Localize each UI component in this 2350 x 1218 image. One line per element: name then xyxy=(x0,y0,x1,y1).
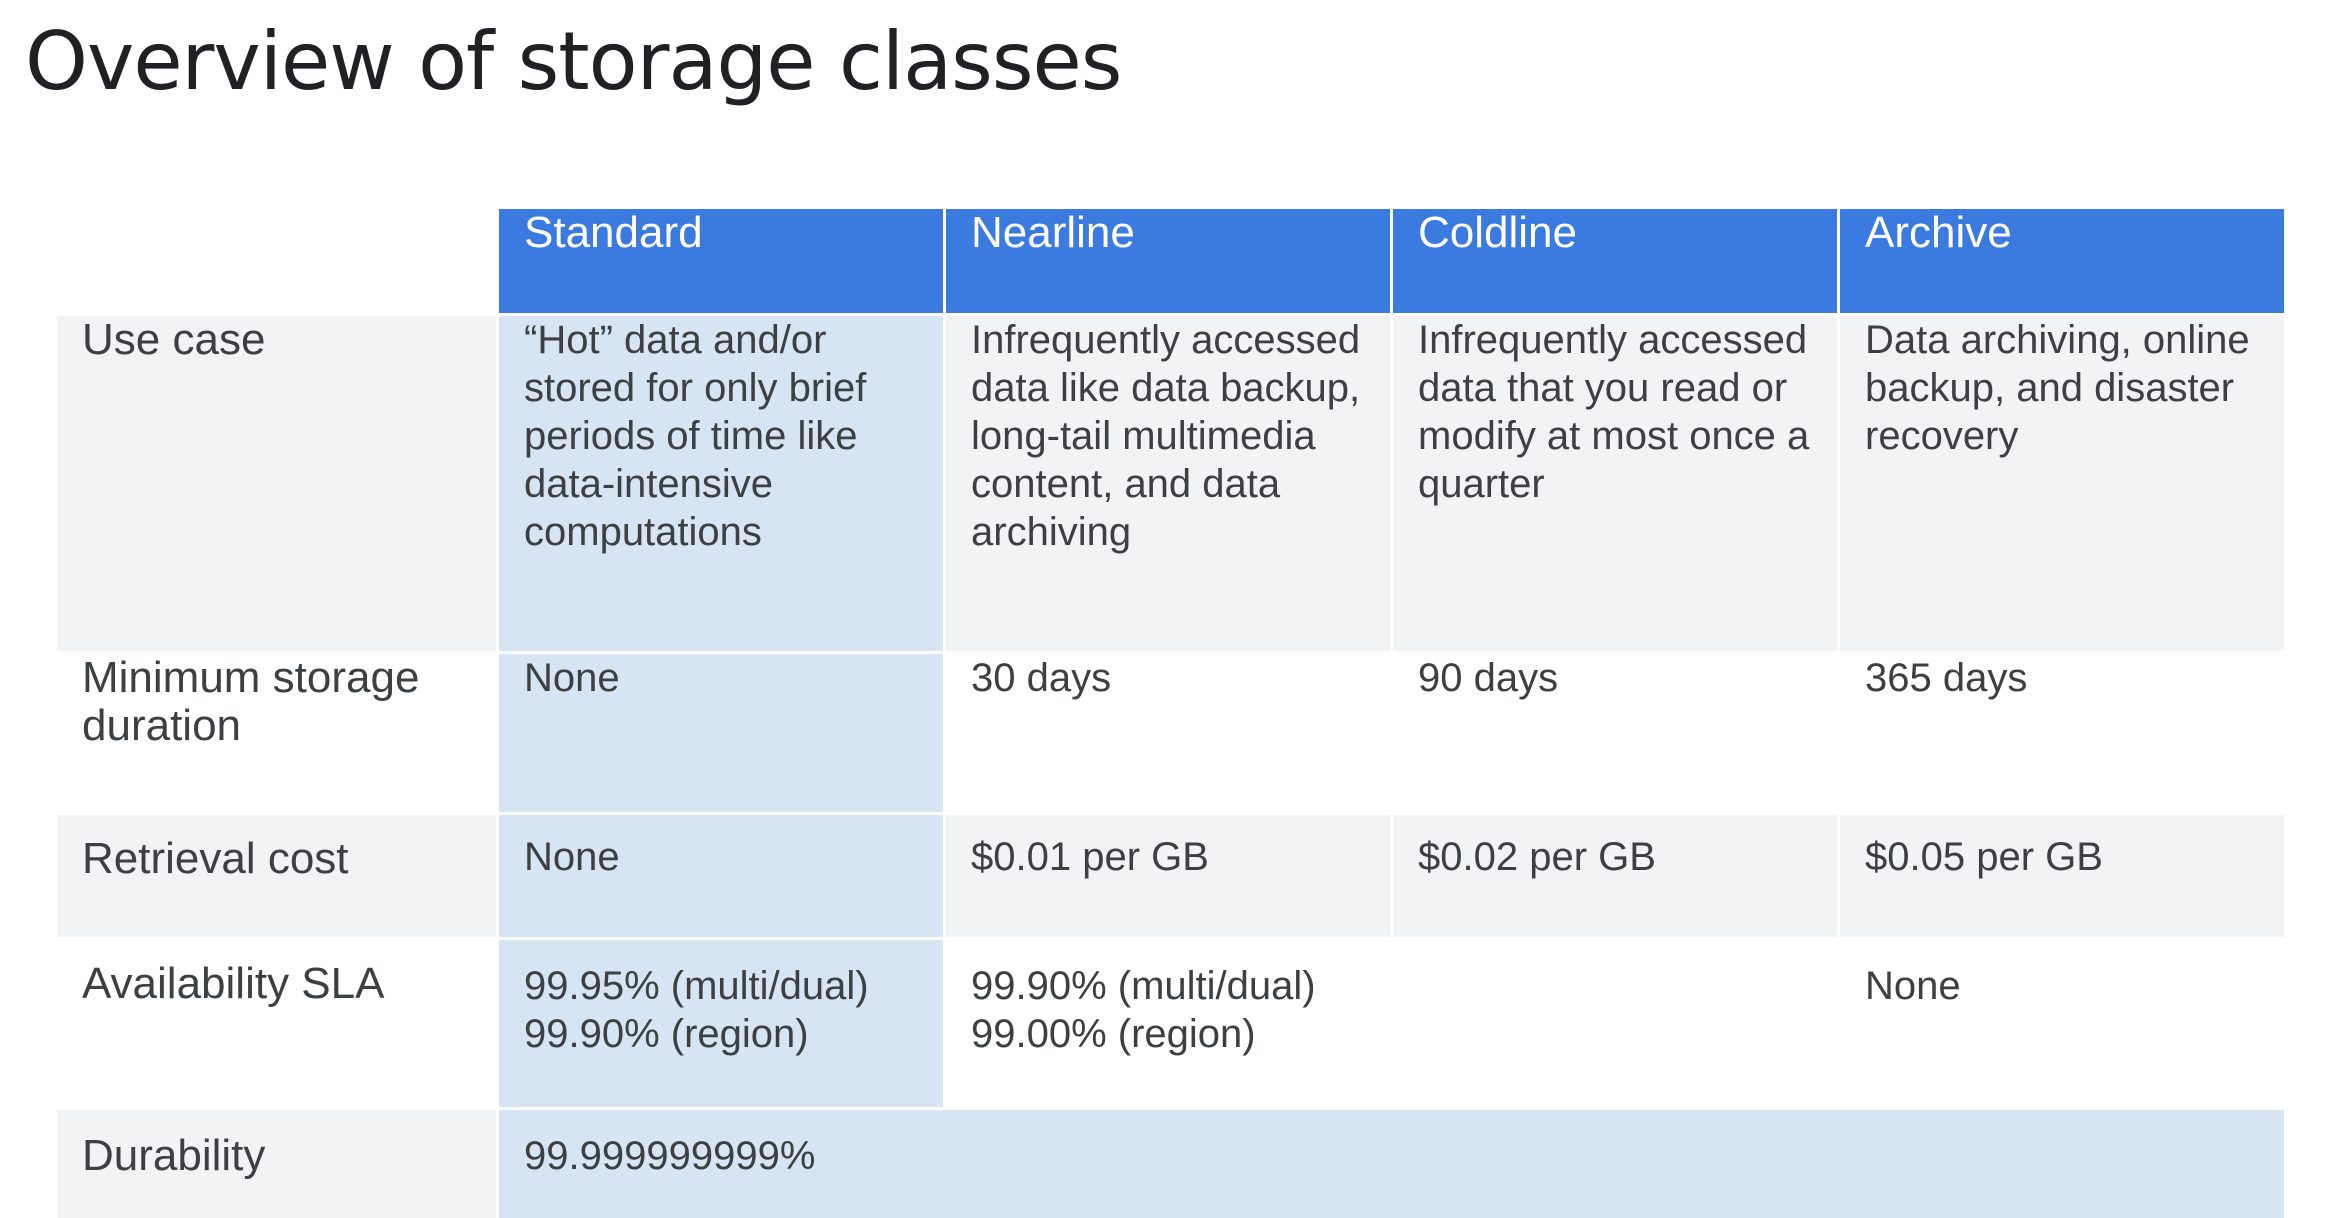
table-row-use-case: Use case “Hot” data and/or stored for on… xyxy=(57,316,2284,651)
cell-min-duration-nearline: 30 days xyxy=(946,654,1390,812)
row-label-availability-sla: Availability SLA xyxy=(57,940,496,1107)
table-row-availability-sla: Availability SLA 99.95% (multi/dual) 99.… xyxy=(57,940,2284,1107)
column-header-archive: Archive xyxy=(1840,209,2284,313)
cell-availability-nearline-coldline: 99.90% (multi/dual) 99.00% (region) xyxy=(946,940,1837,1107)
cell-retrieval-cost-coldline: $0.02 per GB xyxy=(1393,815,1837,937)
row-label-retrieval-cost: Retrieval cost xyxy=(57,815,496,937)
cell-retrieval-cost-nearline: $0.01 per GB xyxy=(946,815,1390,937)
cell-retrieval-cost-standard: None xyxy=(499,815,943,937)
cell-use-case-coldline: Infrequently accessed data that you read… xyxy=(1393,316,1837,651)
availability-nearline-coldline-region: 99.00% (region) xyxy=(971,1012,1256,1056)
cell-availability-standard: 99.95% (multi/dual) 99.90% (region) xyxy=(499,940,943,1107)
cell-use-case-archive: Data archiving, online backup, and disas… xyxy=(1840,316,2284,651)
cell-min-duration-archive: 365 days xyxy=(1840,654,2284,812)
cell-use-case-standard: “Hot” data and/or stored for only brief … xyxy=(499,316,943,651)
column-header-coldline: Coldline xyxy=(1393,209,1837,313)
availability-standard-multi: 99.95% (multi/dual) xyxy=(524,964,869,1008)
column-header-nearline: Nearline xyxy=(946,209,1390,313)
cell-use-case-nearline: Infrequently accessed data like data bac… xyxy=(946,316,1390,651)
row-label-min-duration: Minimum storage duration xyxy=(57,654,496,812)
cell-retrieval-cost-archive: $0.05 per GB xyxy=(1840,815,2284,937)
row-label-durability: Durability xyxy=(57,1110,496,1218)
row-label-use-case: Use case xyxy=(57,316,496,651)
page-title: Overview of storage classes xyxy=(25,15,1122,108)
table-row-durability: Durability 99.999999999% xyxy=(57,1110,2284,1218)
column-header-standard: Standard xyxy=(499,209,943,313)
cell-durability-all: 99.999999999% xyxy=(499,1110,2284,1218)
header-row: Standard Nearline Coldline Archive xyxy=(57,209,2284,313)
cell-availability-archive: None xyxy=(1840,940,2284,1107)
header-corner xyxy=(57,209,496,313)
cell-min-duration-coldline: 90 days xyxy=(1393,654,1837,812)
table-row-retrieval-cost: Retrieval cost None $0.01 per GB $0.02 p… xyxy=(57,815,2284,937)
availability-nearline-coldline-multi: 99.90% (multi/dual) xyxy=(971,964,1316,1008)
storage-classes-table: Standard Nearline Coldline Archive Use c… xyxy=(54,206,2287,1218)
cell-min-duration-standard: None xyxy=(499,654,943,812)
availability-standard-region: 99.90% (region) xyxy=(524,1012,809,1056)
table-row-min-duration: Minimum storage duration None 30 days 90… xyxy=(57,654,2284,812)
